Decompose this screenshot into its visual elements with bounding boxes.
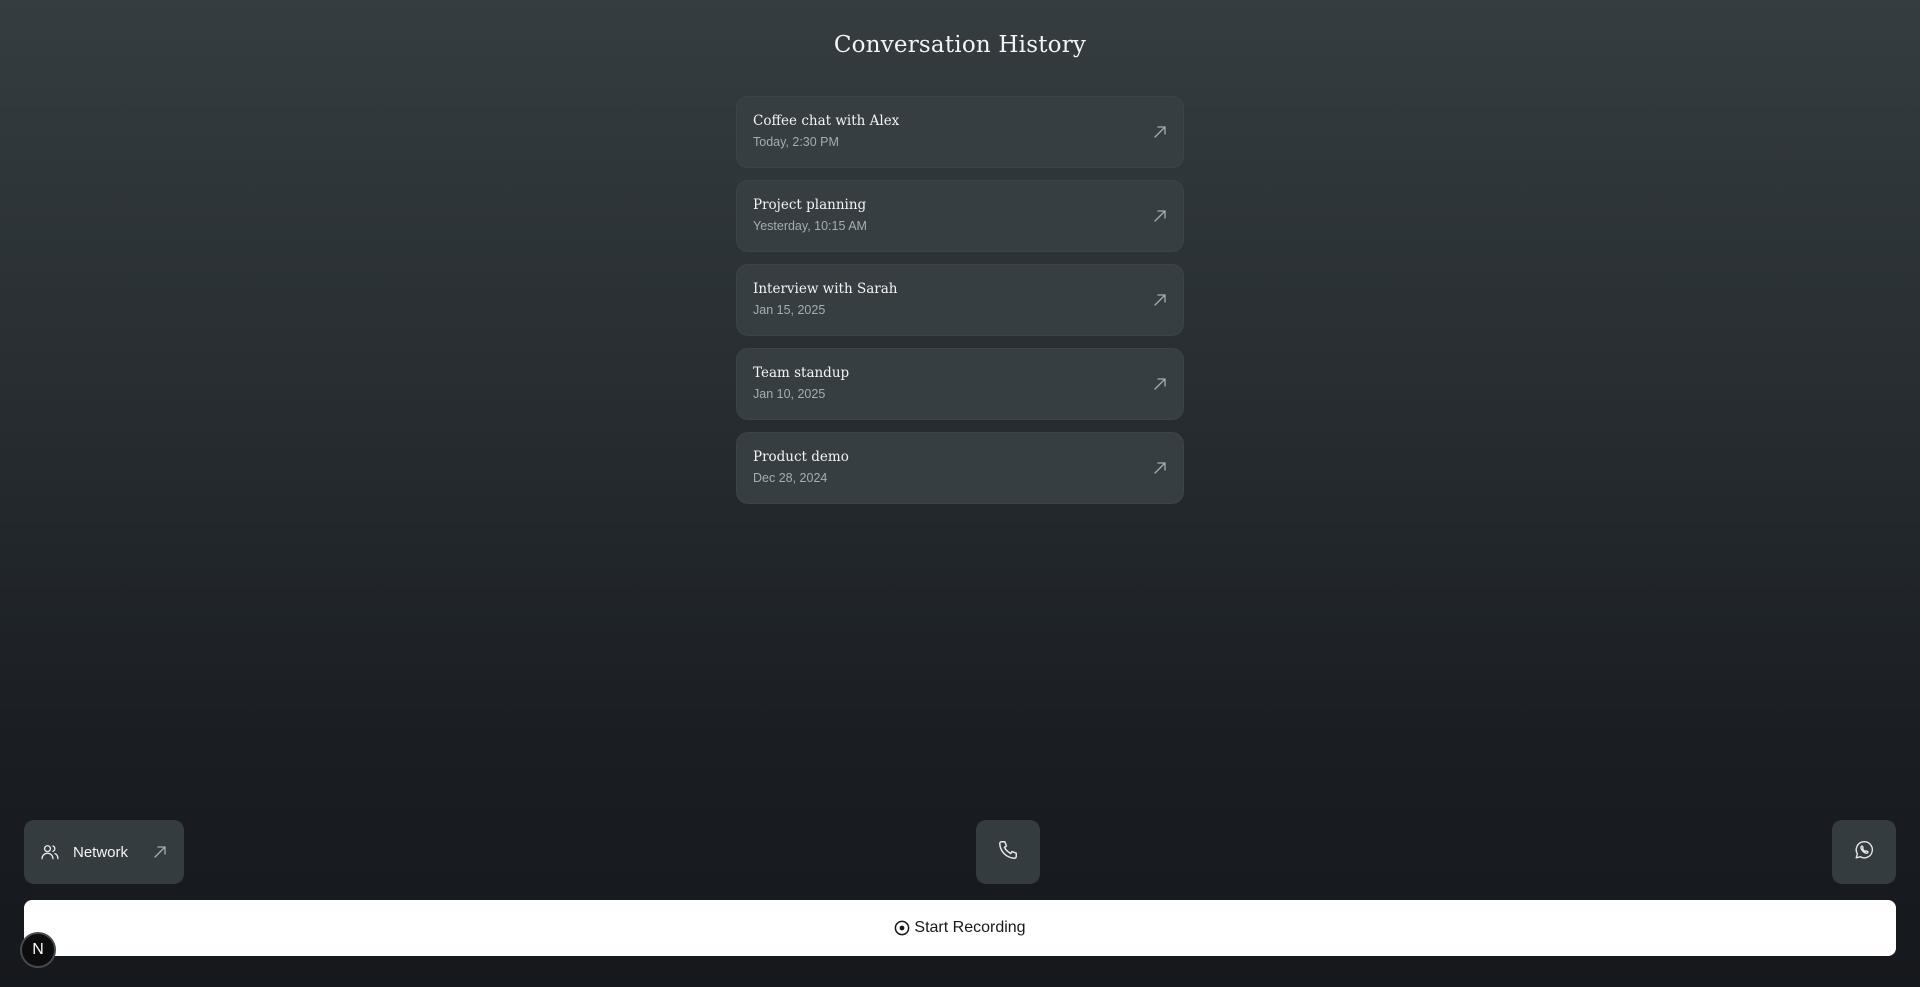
network-button[interactable]: Network: [24, 820, 184, 884]
arrow-up-right-icon[interactable]: [1153, 125, 1167, 139]
conversation-card[interactable]: Team standup Jan 10, 2025: [736, 348, 1184, 420]
conversation-date: Today, 2:30 PM: [753, 135, 839, 149]
conversation-title: Project planning: [753, 197, 867, 213]
conversation-title: Team standup: [753, 365, 850, 381]
start-recording-label: Start Recording: [914, 919, 1026, 936]
phone-icon: [997, 839, 1019, 866]
network-label: Network: [73, 843, 129, 861]
users-icon: [40, 842, 60, 862]
conversation-date: Jan 10, 2025: [753, 387, 826, 401]
conversation-date: Jan 15, 2025: [753, 303, 826, 317]
conversation-title: Product demo: [753, 449, 849, 465]
conversation-title: Coffee chat with Alex: [753, 113, 900, 129]
page-title: Conversation History: [833, 32, 1087, 58]
record-circle-icon: [894, 920, 910, 936]
conversation-card[interactable]: Coffee chat with Alex Today, 2:30 PM: [736, 96, 1184, 168]
badge-letter: N: [32, 941, 44, 958]
conversation-card[interactable]: Interview with Sarah Jan 15, 2025: [736, 264, 1184, 336]
start-recording-button[interactable]: Start Recording: [24, 900, 1896, 956]
arrow-up-right-icon[interactable]: [1153, 293, 1167, 307]
conversation-card[interactable]: Product demo Dec 28, 2024: [736, 432, 1184, 504]
conversation-title: Interview with Sarah: [753, 281, 898, 297]
arrow-up-right-icon[interactable]: [1153, 461, 1167, 475]
conversation-list: Coffee chat with Alex Today, 2:30 PM Pro…: [736, 96, 1184, 504]
conversation-card[interactable]: Project planning Yesterday, 10:15 AM: [736, 180, 1184, 252]
conversation-date: Dec 28, 2024: [753, 471, 828, 485]
arrow-up-right-icon[interactable]: [1153, 377, 1167, 391]
conversation-date: Yesterday, 10:15 AM: [753, 219, 867, 233]
whatsapp-icon: [1853, 839, 1875, 866]
n-logo-badge[interactable]: N: [20, 932, 56, 968]
phone-button[interactable]: [976, 820, 1040, 884]
arrow-up-right-icon[interactable]: [1153, 209, 1167, 223]
arrow-up-right-icon: [153, 845, 167, 859]
whatsapp-button[interactable]: [1832, 820, 1896, 884]
